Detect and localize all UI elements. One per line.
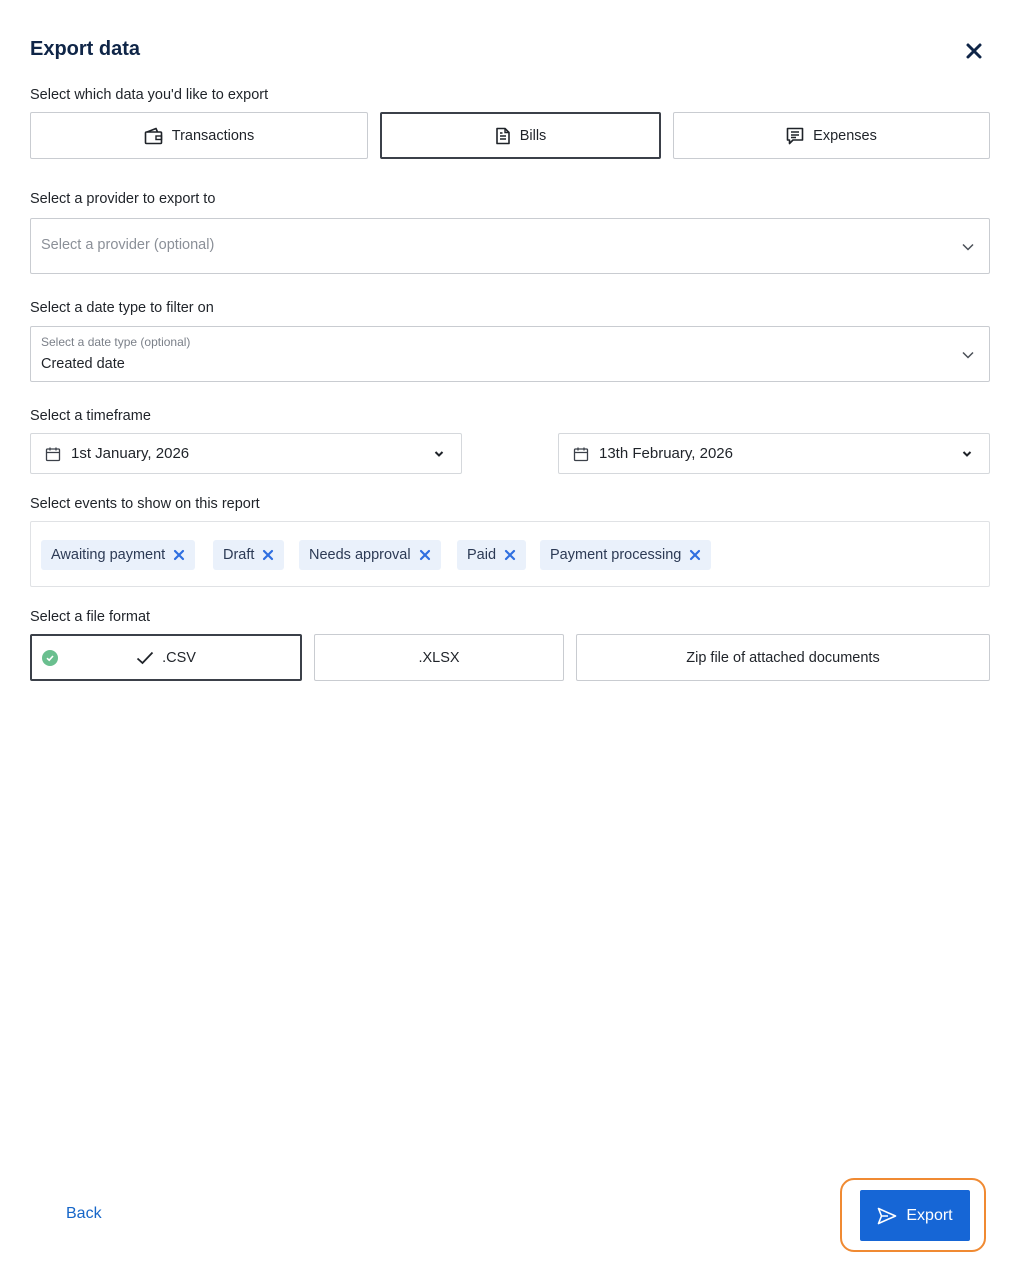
checkmark-icon [136, 651, 154, 664]
event-chip-needs-approval: Needs approval [299, 540, 441, 570]
format-csv-label: .CSV [162, 649, 196, 666]
calendar-icon [573, 447, 589, 462]
remove-chip-button[interactable] [689, 549, 701, 561]
format-xlsx-label: .XLSX [418, 649, 460, 666]
chevron-down-icon [962, 451, 972, 457]
remove-chip-button[interactable] [262, 549, 274, 561]
bills-label: Bills [519, 127, 547, 144]
chip-label: Awaiting payment [51, 547, 166, 563]
event-chip-paid: Paid [457, 540, 527, 570]
events-multiselect[interactable]: Awaiting payment Draft Needs approval Pa… [30, 521, 990, 587]
date-type-select[interactable]: Select a date type (optional) Created da… [30, 326, 990, 382]
date-type-value: Created date [41, 356, 125, 372]
export-button[interactable]: Export [860, 1190, 970, 1241]
remove-chip-button[interactable] [419, 549, 431, 561]
format-zip-button[interactable]: Zip file of attached documents [576, 634, 990, 681]
calendar-icon [45, 447, 61, 462]
expenses-button[interactable]: Expenses [673, 112, 990, 159]
close-icon [263, 549, 274, 561]
receipt-icon [786, 127, 804, 144]
document-icon [495, 127, 510, 144]
file-format-label: Select a file format [30, 609, 151, 625]
transactions-button[interactable]: Transactions [30, 112, 368, 159]
event-chip-awaiting-payment: Awaiting payment [41, 540, 196, 570]
chip-label: Payment processing [550, 547, 682, 563]
event-chip-payment-processing: Payment processing [540, 540, 712, 570]
bills-button[interactable]: Bills [380, 112, 661, 159]
dialog-title: Export data [30, 38, 141, 60]
export-data-dialog: Export data Select which data you'd like… [0, 0, 1022, 1266]
data-type-label: Select which data you'd like to export [30, 87, 269, 103]
chevron-down-icon [962, 351, 974, 359]
provider-label: Select a provider to export to [30, 191, 216, 207]
back-link[interactable]: Back [66, 1205, 102, 1223]
chevron-down-icon [434, 451, 444, 457]
chip-label: Needs approval [309, 547, 411, 563]
chip-label: Paid [467, 547, 497, 563]
remove-chip-button[interactable] [173, 549, 185, 561]
export-label: Export [906, 1206, 953, 1224]
events-label: Select events to show on this report [30, 496, 260, 512]
date-type-field-label: Select a date type (optional) [41, 335, 191, 349]
close-icon [419, 549, 430, 561]
transactions-label: Transactions [171, 127, 255, 144]
start-date-value: 1st January, 2026 [71, 445, 190, 462]
start-date-picker[interactable]: 1st January, 2026 [30, 433, 462, 474]
event-chip-draft: Draft [213, 540, 285, 570]
provider-select[interactable]: Select a provider (optional) [30, 218, 990, 274]
close-icon [174, 549, 185, 561]
timeframe-label: Select a timeframe [30, 408, 151, 424]
close-icon [966, 43, 982, 59]
expenses-label: Expenses [813, 127, 877, 144]
close-button[interactable] [962, 39, 986, 63]
format-xlsx-button[interactable]: .XLSX [314, 634, 564, 681]
success-check-icon [42, 650, 58, 666]
chevron-down-icon [962, 243, 974, 251]
chip-label: Draft [223, 547, 255, 563]
remove-chip-button[interactable] [504, 549, 516, 561]
send-icon [878, 1207, 897, 1224]
end-date-picker[interactable]: 13th February, 2026 [558, 433, 990, 474]
format-csv-button[interactable]: .CSV [30, 634, 302, 681]
date-type-label: Select a date type to filter on [30, 300, 214, 316]
format-zip-label: Zip file of attached documents [686, 649, 880, 666]
wallet-icon [144, 127, 163, 144]
close-icon [504, 549, 516, 561]
close-icon [690, 549, 701, 561]
provider-placeholder: Select a provider (optional) [41, 237, 215, 253]
end-date-value: 13th February, 2026 [599, 445, 733, 462]
